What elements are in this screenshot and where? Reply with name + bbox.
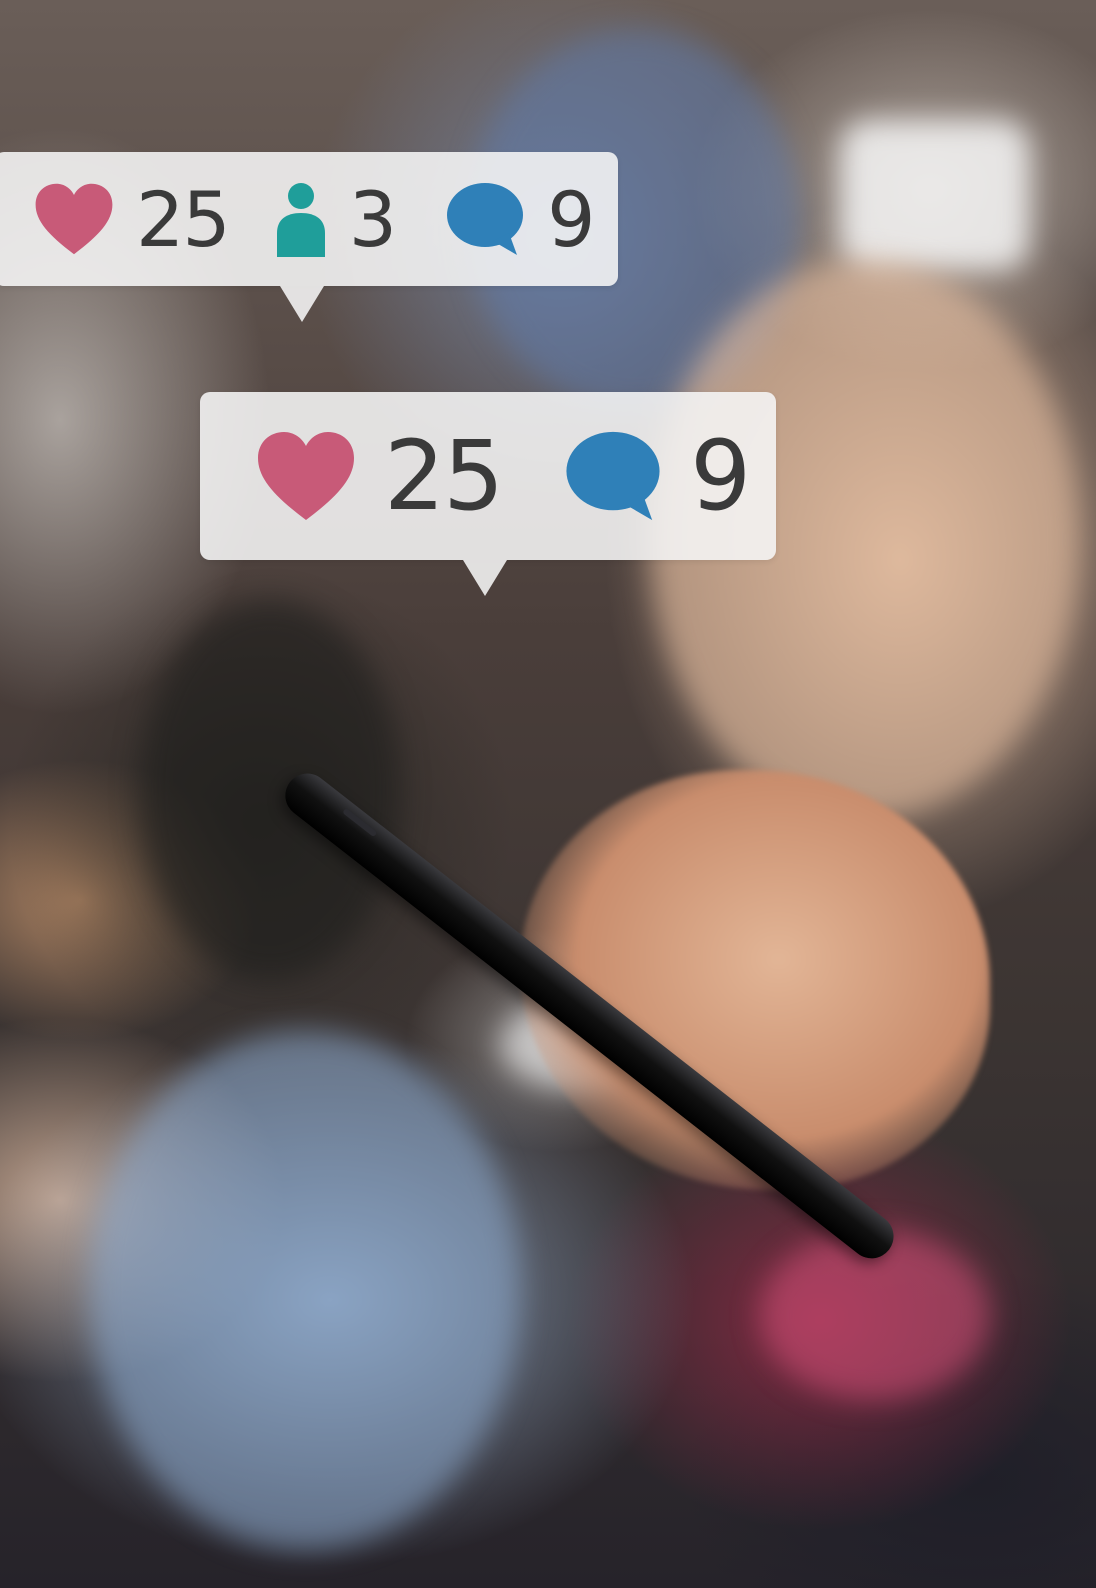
background-blur-shape <box>840 120 1030 270</box>
likes-stat: 25 <box>256 420 504 532</box>
likes-count: 25 <box>384 420 504 532</box>
background-blur-shape <box>90 1030 520 1550</box>
likes-count: 25 <box>136 174 231 264</box>
comments-stat: 9 <box>445 174 595 264</box>
background-blur-shape <box>140 600 400 980</box>
notification-bubble-bottom: 25 9 <box>200 392 776 596</box>
likes-stat: 25 <box>34 174 231 264</box>
heart-icon <box>35 183 113 255</box>
person-icon <box>276 183 325 257</box>
comment-icon <box>447 183 524 255</box>
photo-scene: 25 3 9 25 9 <box>0 0 1096 1588</box>
comments-count: 9 <box>547 174 595 264</box>
notification-bubble-top: 25 3 9 <box>0 152 618 322</box>
comments-stat: 9 <box>564 420 751 532</box>
comment-icon <box>566 431 660 521</box>
followers-count: 3 <box>348 174 397 264</box>
heart-icon <box>258 432 354 520</box>
comments-count: 9 <box>690 420 751 532</box>
followers-stat: 3 <box>275 174 397 264</box>
